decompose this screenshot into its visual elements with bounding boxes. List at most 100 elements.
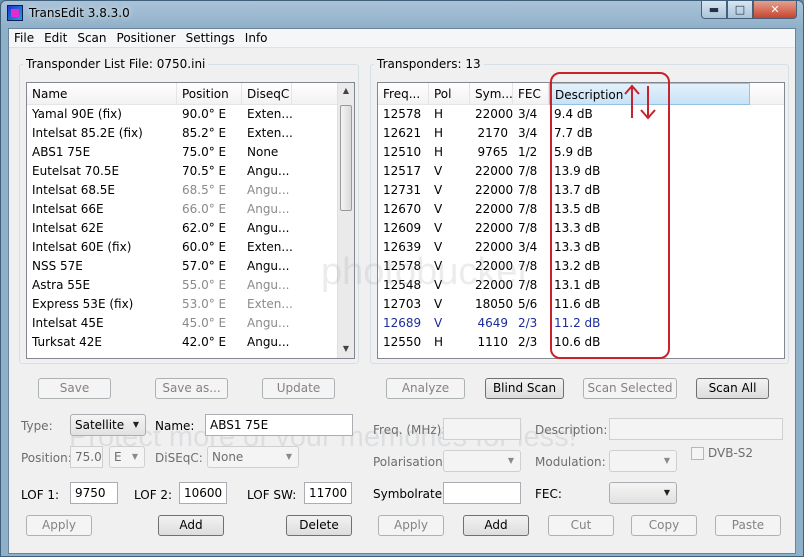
lof-sw-field[interactable]: 11700: [304, 482, 352, 504]
column-spacer: [292, 83, 339, 105]
maximize-button[interactable]: □: [727, 1, 753, 19]
satellite-row[interactable]: Eutelsat 70.5E 70.5° E Angu...: [27, 162, 292, 181]
column-sym[interactable]: Sym...: [470, 83, 513, 105]
name-field[interactable]: ABS1 75E: [205, 414, 353, 436]
satellite-apply-button[interactable]: Apply: [26, 515, 92, 536]
position-direction-select[interactable]: E ▼: [109, 446, 145, 468]
transponder-row[interactable]: 12578 H 22000 3/4 9.4 dB: [378, 105, 750, 124]
chevron-down-icon: ▼: [663, 456, 671, 465]
scan-all-button[interactable]: Scan All: [696, 378, 769, 399]
chevron-down-icon: ▼: [132, 420, 140, 429]
save-button[interactable]: Save: [38, 378, 111, 399]
update-button[interactable]: Update: [262, 378, 335, 399]
satellite-row[interactable]: Express 53E (fix) 53.0° E Exten...: [27, 295, 292, 314]
column-freq[interactable]: Freq...: [378, 83, 429, 105]
lof2-field[interactable]: 10600: [179, 482, 227, 504]
analyze-button[interactable]: Analyze: [386, 378, 465, 399]
satellite-diseqc-cell: Angu...: [247, 202, 290, 216]
position-field[interactable]: 75.0: [70, 446, 103, 468]
column-diseqc[interactable]: DiseqC: [242, 83, 292, 105]
satellite-name-cell: Intelsat 45E: [32, 316, 104, 330]
close-button[interactable]: ✕: [753, 1, 797, 19]
satellite-row[interactable]: Intelsat 45E 45.0° E Angu...: [27, 314, 292, 333]
chevron-down-icon: ▼: [285, 452, 293, 461]
transponder-row[interactable]: 12510 H 9765 1/2 5.9 dB: [378, 143, 750, 162]
satellite-delete-button[interactable]: Delete: [286, 515, 352, 536]
column-position[interactable]: Position: [177, 83, 242, 105]
transponder-row[interactable]: 12689 V 4649 2/3 11.2 dB: [378, 314, 750, 333]
polarisation-select[interactable]: ▼: [443, 450, 521, 472]
symbolrate-field[interactable]: [443, 482, 521, 504]
paste-button[interactable]: Paste: [715, 515, 781, 536]
scroll-thumb[interactable]: [340, 105, 352, 211]
menu-file[interactable]: File: [9, 29, 39, 47]
satellite-row[interactable]: Astra 55E 55.0° E Angu...: [27, 276, 292, 295]
satellite-list[interactable]: Name Position DiseqC Yamal 90E (fix) 90.0…: [26, 82, 355, 359]
fec-select[interactable]: ▼: [609, 482, 677, 504]
close-icon: ✕: [770, 3, 780, 16]
transponder-description-cell: 13.1 dB: [554, 278, 601, 292]
type-label: Type:: [21, 419, 53, 433]
satellite-position-cell: 75.0° E: [182, 145, 227, 159]
menu-edit[interactable]: Edit: [39, 29, 72, 47]
transponder-sym-cell: 22000: [475, 202, 513, 216]
menu-positioner[interactable]: Positioner: [112, 29, 181, 47]
transponder-description-cell: 13.3 dB: [554, 240, 601, 254]
menu-scan[interactable]: Scan: [72, 29, 111, 47]
scroll-down-icon[interactable]: ▼: [338, 341, 354, 357]
transponder-freq-cell: 12578: [383, 107, 422, 121]
column-pol[interactable]: Pol: [429, 83, 470, 105]
scan-selected-button[interactable]: Scan Selected: [583, 378, 677, 399]
satellite-row[interactable]: ABS1 75E 75.0° E None: [27, 143, 292, 162]
satellite-row[interactable]: Intelsat 68.5E 68.5° E Angu...: [27, 181, 292, 200]
satellite-diseqc-cell: Exten...: [247, 126, 292, 140]
satellite-list-scrollbar[interactable]: ▲ ▼: [337, 83, 354, 358]
transponder-row[interactable]: 12550 H 1110 2/3 10.6 dB: [378, 333, 750, 352]
transponder-freq-cell: 12609: [383, 221, 422, 235]
cut-button[interactable]: Cut: [548, 515, 614, 536]
lof1-field[interactable]: 9750: [70, 482, 118, 504]
transponder-row[interactable]: 12670 V 22000 7/8 13.5 dB: [378, 200, 750, 219]
transponder-fec-cell: 1/2: [518, 145, 538, 159]
transponder-row[interactable]: 12609 V 22000 7/8 13.3 dB: [378, 219, 750, 238]
transponder-row[interactable]: 12517 V 22000 7/8 13.9 dB: [378, 162, 750, 181]
satellite-row[interactable]: NSS 57E 57.0° E Angu...: [27, 257, 292, 276]
satellite-row[interactable]: Intelsat 60E (fix) 60.0° E Exten...: [27, 238, 292, 257]
polarisation-label: Polarisation:: [373, 455, 447, 469]
freq-field[interactable]: [443, 418, 521, 440]
diseqc-select[interactable]: None ▼: [207, 446, 299, 468]
transponder-add-button[interactable]: Add: [463, 515, 529, 536]
satellite-row[interactable]: Turksat 42E 42.0° E Angu...: [27, 333, 292, 352]
satellite-diseqc-cell: Angu...: [247, 278, 290, 292]
column-fec[interactable]: FEC: [513, 83, 549, 105]
save-as-button[interactable]: Save as...: [155, 378, 228, 399]
satellite-row[interactable]: Yamal 90E (fix) 90.0° E Exten...: [27, 105, 292, 124]
satellite-add-button[interactable]: Add: [158, 515, 224, 536]
transponder-freq-cell: 12670: [383, 202, 422, 216]
modulation-select[interactable]: ▼: [609, 450, 677, 472]
blind-scan-button[interactable]: Blind Scan: [485, 378, 564, 399]
transponder-apply-button[interactable]: Apply: [378, 515, 444, 536]
transponder-row[interactable]: 12621 H 2170 3/4 7.7 dB: [378, 124, 750, 143]
copy-button[interactable]: Copy: [631, 515, 697, 536]
transponder-sym-cell: 4649: [477, 316, 508, 330]
transponder-sym-cell: 1110: [477, 335, 508, 349]
transponder-row[interactable]: 12731 V 22000 7/8 13.7 dB: [378, 181, 750, 200]
description-field[interactable]: [609, 418, 783, 440]
lof1-label: LOF 1:: [21, 488, 60, 502]
dvb-s2-checkbox[interactable]: [691, 447, 704, 460]
menu-settings[interactable]: Settings: [181, 29, 240, 47]
transponder-row[interactable]: 12703 V 18050 5/6 11.6 dB: [378, 295, 750, 314]
minimize-button[interactable]: ▬: [701, 1, 727, 19]
title-bar[interactable]: TransEdit 3.8.3.0 ▬ □ ✕: [1, 1, 803, 27]
transponder-list[interactable]: Freq... Pol Sym... FEC Description 12578…: [377, 82, 785, 359]
satellite-row[interactable]: Intelsat 66E 66.0° E Angu...: [27, 200, 292, 219]
menu-info[interactable]: Info: [240, 29, 273, 47]
type-select[interactable]: Satellite ▼: [70, 414, 146, 436]
transponder-pol-cell: H: [434, 107, 444, 121]
column-name[interactable]: Name: [27, 83, 177, 105]
satellite-row[interactable]: Intelsat 85.2E (fix) 85.2° E Exten...: [27, 124, 292, 143]
satellite-row[interactable]: Intelsat 62E 62.0° E Angu...: [27, 219, 292, 238]
scroll-up-icon[interactable]: ▲: [338, 83, 354, 99]
satellite-diseqc-cell: None: [247, 145, 279, 159]
